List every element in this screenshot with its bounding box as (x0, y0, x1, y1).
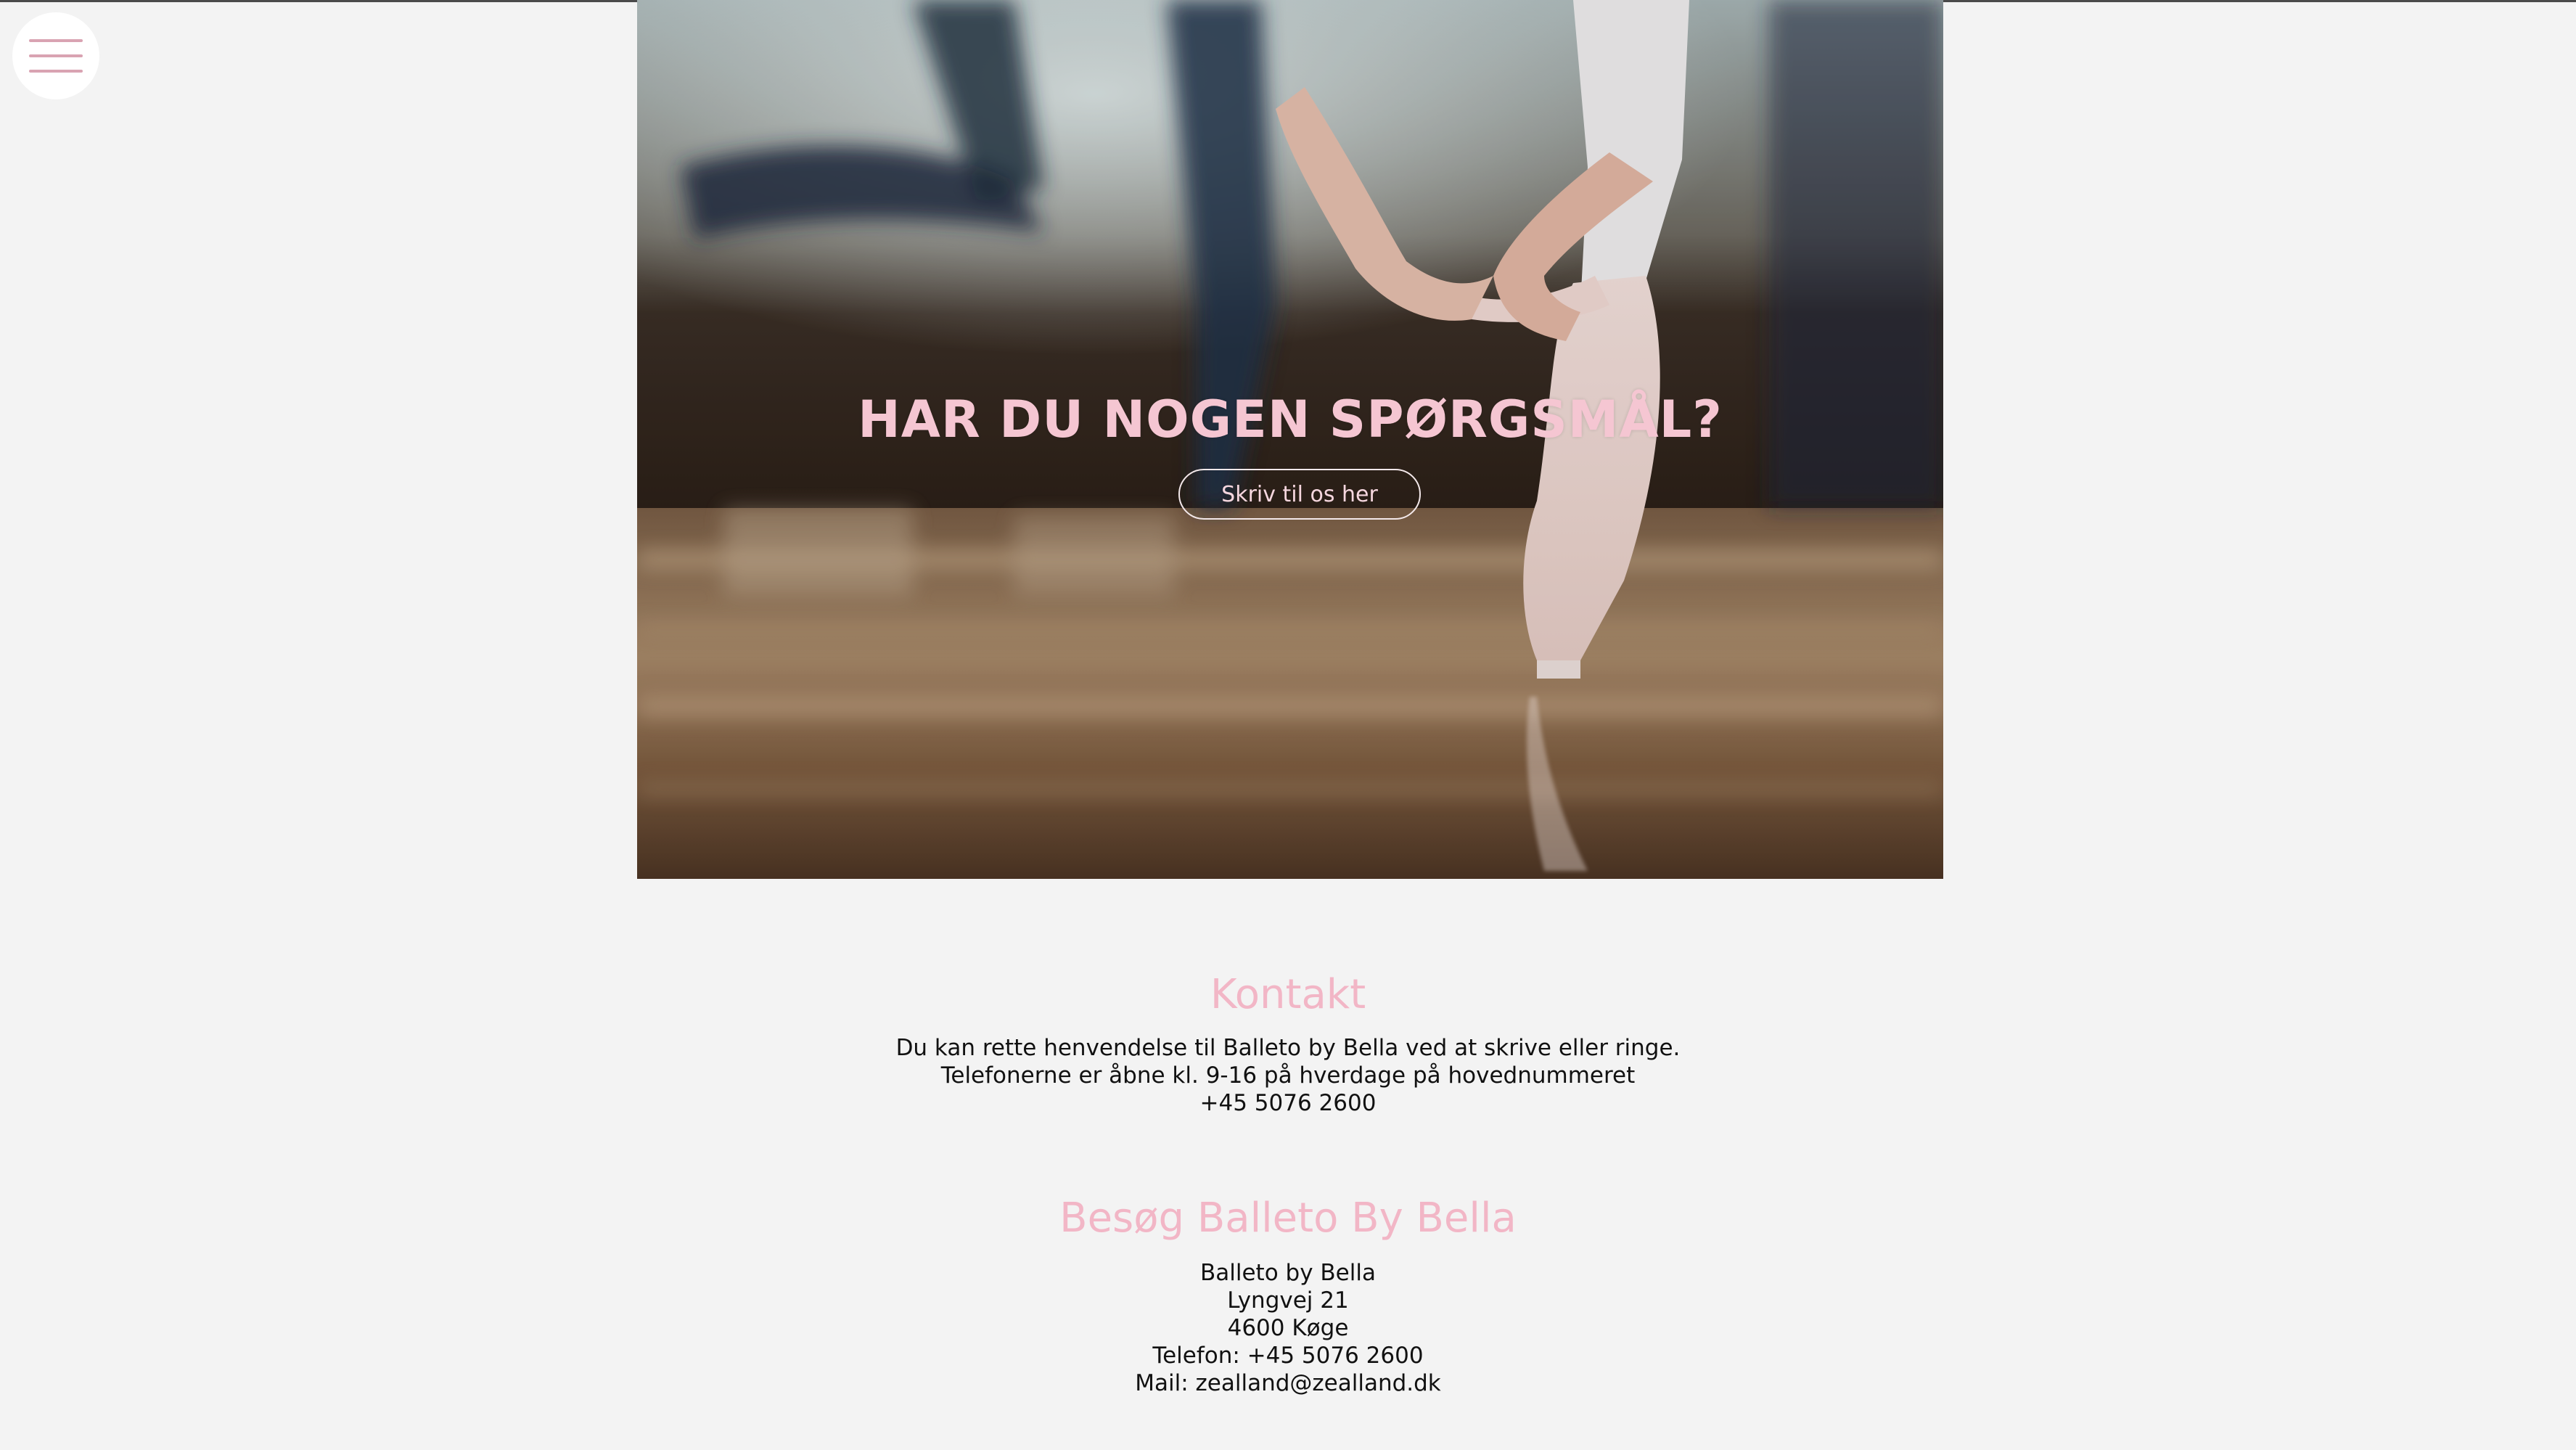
address-mail: Mail: zealland@zealland.dk (1135, 1370, 1441, 1396)
address-city: 4600 Køge (1227, 1315, 1349, 1341)
contact-heading: Kontakt (1210, 971, 1366, 1018)
address-phone: Telefon: +45 5076 2600 (1152, 1343, 1424, 1369)
hero-banner: HAR DU NOGEN SPØRGSMÅL? Skriv til os her (637, 0, 1943, 879)
address-name: Balleto by Bella (1200, 1260, 1376, 1286)
visit-heading: Besøg Balleto By Bella (1059, 1195, 1517, 1242)
address-street: Lyngvej 21 (1227, 1287, 1349, 1314)
contact-line: Du kan rette henvendelse til Balleto by … (895, 1035, 1681, 1061)
hero-title: HAR DU NOGEN SPØRGSMÅL? (858, 389, 1723, 449)
menu-button[interactable] (12, 12, 99, 99)
contact-cta-button[interactable]: Skriv til os her (1178, 469, 1421, 520)
contact-line: Telefonerne er åbne kl. 9-16 på hverdage… (940, 1062, 1636, 1089)
contact-section: Kontakt Du kan rette henvendelse til Bal… (0, 971, 2576, 1117)
contact-phone: +45 5076 2600 (1199, 1090, 1377, 1116)
hamburger-menu-icon (29, 39, 83, 73)
visit-section: Besøg Balleto By Bella Balleto by Bella … (0, 1195, 2576, 1397)
